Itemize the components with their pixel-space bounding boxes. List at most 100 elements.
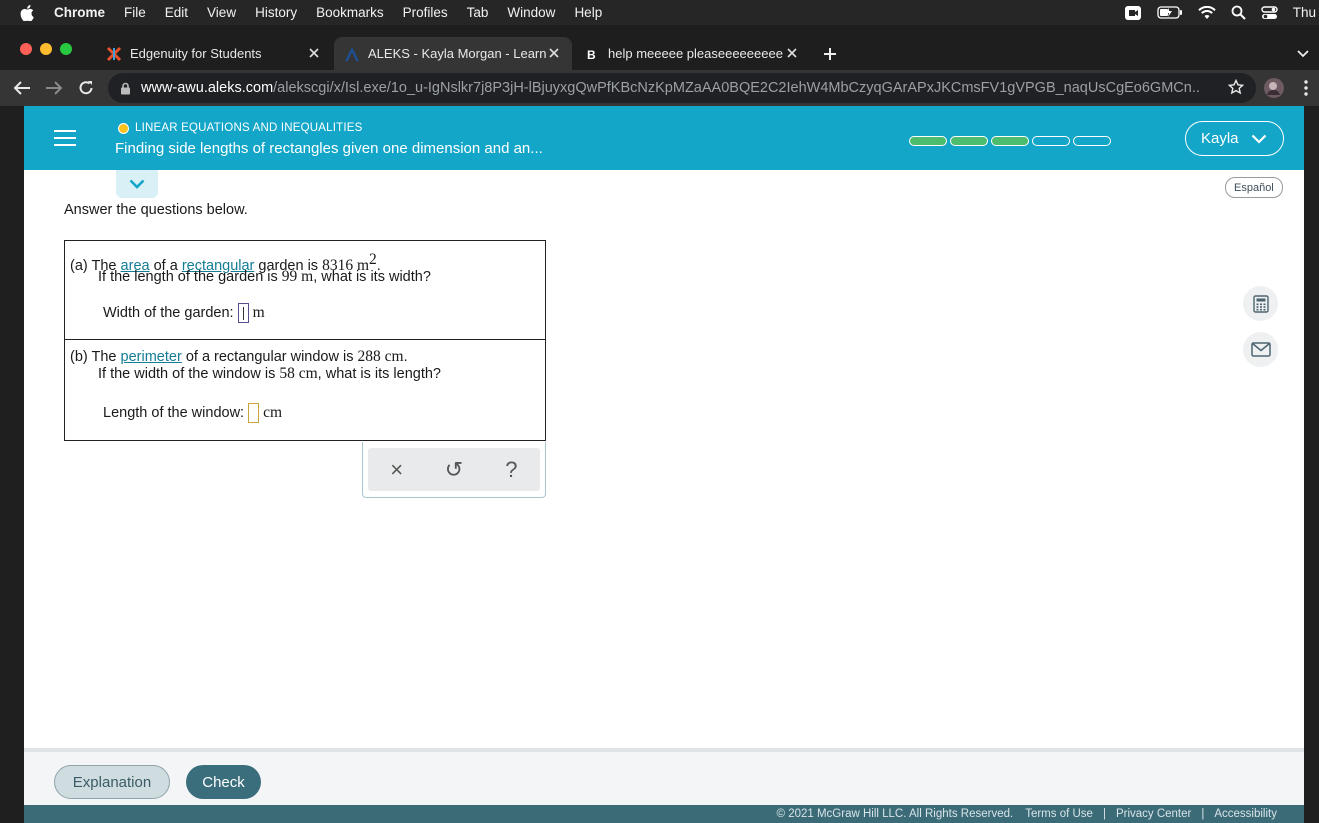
topic-status-dot <box>118 122 129 134</box>
battery-icon[interactable] <box>1157 6 1183 19</box>
window-close-button[interactable] <box>20 43 32 55</box>
menu-app-name[interactable]: Chrome <box>54 5 105 20</box>
question-text: , what is its length? <box>317 366 441 382</box>
answer-label: Length of the window: <box>103 404 245 421</box>
calculator-icon[interactable] <box>1243 286 1278 321</box>
reload-icon[interactable] <box>76 78 96 98</box>
topic-title[interactable]: Finding side lengths of rectangles given… <box>115 140 543 157</box>
spotlight-search-icon[interactable] <box>1231 5 1246 20</box>
user-name: Kayla <box>1201 130 1239 147</box>
menu-window[interactable]: Window <box>507 5 555 20</box>
width-answer-input[interactable] <box>237 303 249 323</box>
menu-view[interactable]: View <box>207 5 236 20</box>
more-menu-icon[interactable] <box>1296 78 1316 98</box>
part-label: (a) <box>70 257 88 274</box>
question-b-line2: If the width of the window is 58 cm, wha… <box>98 365 441 383</box>
check-button[interactable]: Check <box>186 765 261 799</box>
aleks-header: LINEAR EQUATIONS AND INEQUALITIES Findin… <box>24 106 1304 170</box>
terms-link[interactable]: Terms of Use <box>1025 808 1093 820</box>
answer-label: Width of the garden: <box>103 304 234 321</box>
legal-footer: © 2021 McGraw Hill LLC. All Rights Reser… <box>24 805 1304 823</box>
lock-icon[interactable] <box>120 82 131 95</box>
tab-close-icon[interactable] <box>546 45 562 61</box>
language-button[interactable]: Español <box>1225 177 1283 198</box>
tab-title: help meeeee pleaseeeeeeeee <box>608 46 783 61</box>
unit-label: cm <box>263 403 283 421</box>
menu-edit[interactable]: Edit <box>165 5 188 20</box>
tab-brainly[interactable]: B help meeeee pleaseeeeeeeee <box>574 37 810 70</box>
length-answer-input[interactable] <box>248 403 260 423</box>
instructions: Answer the questions below. <box>64 202 248 218</box>
bookmark-star-icon[interactable] <box>1227 78 1245 100</box>
menu-bookmarks[interactable]: Bookmarks <box>316 5 384 20</box>
back-arrow-icon[interactable] <box>12 78 32 98</box>
progress-segment <box>909 136 947 146</box>
privacy-link[interactable]: Privacy Center <box>1116 808 1191 820</box>
help-button[interactable]: ? <box>491 450 531 490</box>
tab-title: Edgenuity for Students <box>130 46 262 61</box>
progress-segment <box>991 136 1029 146</box>
glossary-link-perimeter[interactable]: perimeter <box>121 349 182 365</box>
aleks-icon <box>344 46 360 62</box>
user-menu-button[interactable]: Kayla <box>1185 121 1284 156</box>
menu-help[interactable]: Help <box>574 5 602 20</box>
mail-icon[interactable] <box>1243 332 1278 367</box>
topic-label: LINEAR EQUATIONS AND INEQUALITIES <box>135 122 363 134</box>
length-value: 99 m <box>281 268 314 285</box>
toolpad-buttons: × ↺ ? <box>368 448 540 491</box>
question-text: , what is its width? <box>313 269 431 285</box>
tab-search-button[interactable] <box>1297 37 1313 70</box>
tab-close-icon[interactable] <box>784 45 800 61</box>
perimeter-value: 288 cm <box>357 348 404 365</box>
menu-history[interactable]: History <box>255 5 297 20</box>
video-icon[interactable] <box>1124 5 1142 21</box>
menu-profiles[interactable]: Profiles <box>403 5 448 20</box>
question-b-line1: (b) The perimeter of a rectangular windo… <box>70 348 408 366</box>
question-box: (a) The area of a rectangular garden is … <box>64 240 546 441</box>
answer-row-a: Width of the garden: m <box>103 303 265 323</box>
answer-toolpad: × ↺ ? <box>362 442 546 498</box>
chevron-down-icon <box>1297 49 1309 57</box>
tab-close-icon[interactable] <box>306 45 322 61</box>
question-part-b: (b) The perimeter of a rectangular windo… <box>65 340 545 440</box>
menu-file[interactable]: File <box>124 5 146 20</box>
question-text: . <box>403 349 408 365</box>
question-part-a: (a) The area of a rectangular garden is … <box>65 241 545 340</box>
question-a-line2: If the length of the garden is 99 m, wha… <box>98 268 431 286</box>
undo-button[interactable]: ↺ <box>434 450 474 490</box>
menubar-clock[interactable]: Thu <box>1293 5 1316 20</box>
hamburger-menu-icon[interactable] <box>54 130 76 148</box>
control-center-icon[interactable] <box>1261 5 1278 20</box>
question-text: The <box>91 349 117 365</box>
brainly-icon: B <box>584 46 600 62</box>
chevron-down-icon <box>1251 134 1267 144</box>
plus-icon <box>824 47 836 60</box>
explanation-button[interactable]: Explanation <box>54 765 170 799</box>
collapse-header-button[interactable] <box>116 170 158 198</box>
wifi-icon[interactable] <box>1198 5 1216 20</box>
question-text: of a rectangular window is <box>185 349 354 365</box>
tab-title: ALEKS - Kayla Morgan - Learn <box>368 46 547 61</box>
window-minimize-button[interactable] <box>40 43 52 55</box>
new-tab-button[interactable] <box>822 37 844 70</box>
apple-icon[interactable] <box>20 4 34 21</box>
window-zoom-button[interactable] <box>60 43 72 55</box>
answer-row-b: Length of the window: cm <box>103 403 282 423</box>
tab-aleks[interactable]: ALEKS - Kayla Morgan - Learn <box>334 37 572 70</box>
address-bar[interactable]: www-awu.aleks.com/alekscgi/x/Isl.exe/1o_… <box>108 73 1256 103</box>
progress-segment <box>950 136 988 146</box>
action-bar: Explanation Check <box>24 748 1304 805</box>
accessibility-link[interactable]: Accessibility <box>1214 808 1277 820</box>
url-path: /alekscgi/x/Isl.exe/1o_u-IgNslkr7j8P3jH-… <box>273 80 1201 96</box>
progress-bar[interactable] <box>909 136 1114 146</box>
forward-arrow-icon[interactable] <box>44 78 64 98</box>
clear-button[interactable]: × <box>377 450 417 490</box>
macos-menu-bar: Chrome File Edit View History Bookmarks … <box>0 0 1319 25</box>
aleks-page: LINEAR EQUATIONS AND INEQUALITIES Findin… <box>24 106 1304 823</box>
menu-tab[interactable]: Tab <box>467 5 489 20</box>
tab-edgenuity[interactable]: Edgenuity for Students <box>96 37 332 70</box>
question-text: If the length of the garden is <box>98 269 278 285</box>
copyright-text: © 2021 McGraw Hill LLC. All Rights Reser… <box>776 808 1014 820</box>
unit-label: m <box>252 303 265 321</box>
profile-avatar[interactable] <box>1264 78 1284 98</box>
